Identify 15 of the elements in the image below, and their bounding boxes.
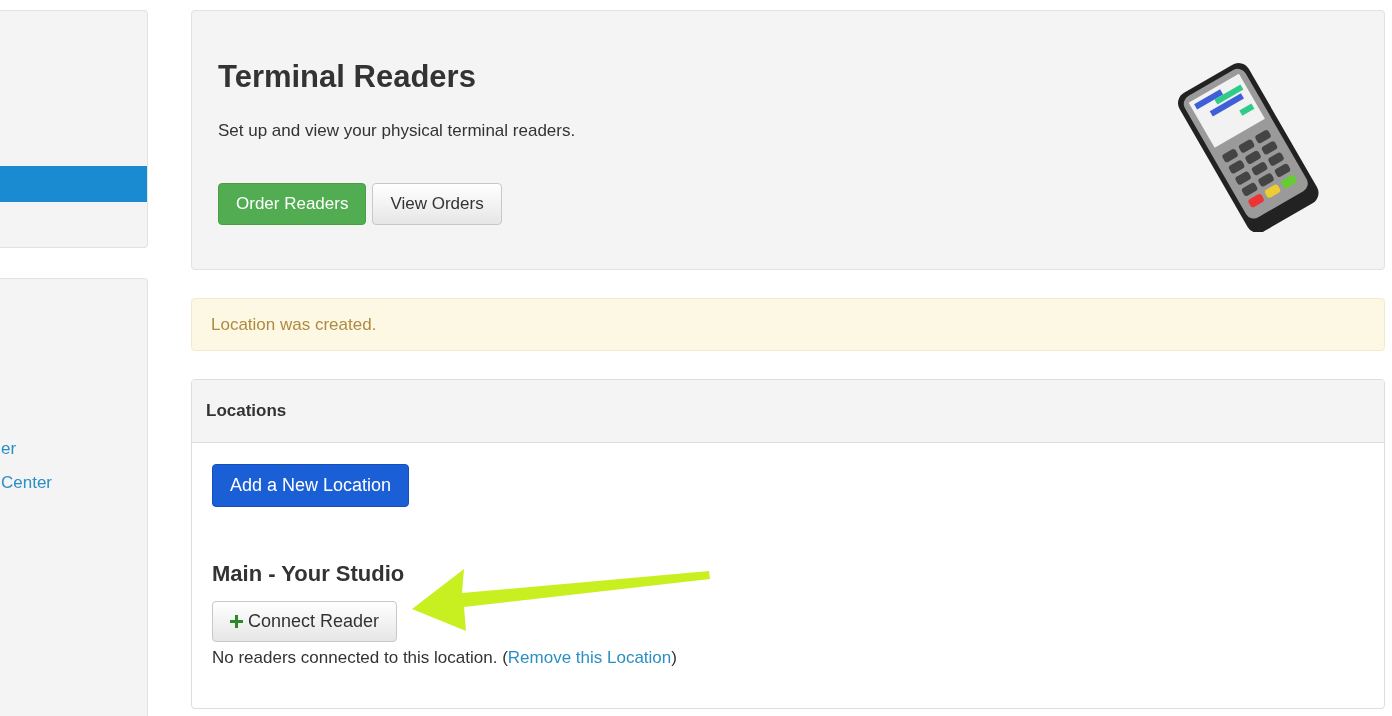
location-name: Main - Your Studio — [212, 561, 406, 587]
plus-icon — [230, 615, 243, 628]
remove-location-link[interactable]: Remove this Location — [507, 648, 672, 667]
page-title: Terminal Readers — [218, 59, 477, 95]
order-readers-button[interactable]: Order Readers — [218, 183, 367, 225]
alert-message: Location was created. — [211, 314, 377, 335]
connect-reader-button[interactable]: Connect Reader — [212, 601, 398, 642]
sidebar-link[interactable]: Center — [1, 473, 147, 493]
sidebar-link[interactable]: er — [1, 439, 147, 459]
view-orders-button[interactable]: View Orders — [372, 183, 502, 225]
location-status: No readers connected to this location. (Remove this Location) — [212, 648, 678, 668]
sidebar-item[interactable] — [0, 166, 147, 202]
add-location-button[interactable]: Add a New Location — [212, 464, 410, 507]
page-subtitle: Set up and view your physical terminal readers. — [218, 121, 576, 141]
panel-title: Locations — [206, 401, 287, 421]
